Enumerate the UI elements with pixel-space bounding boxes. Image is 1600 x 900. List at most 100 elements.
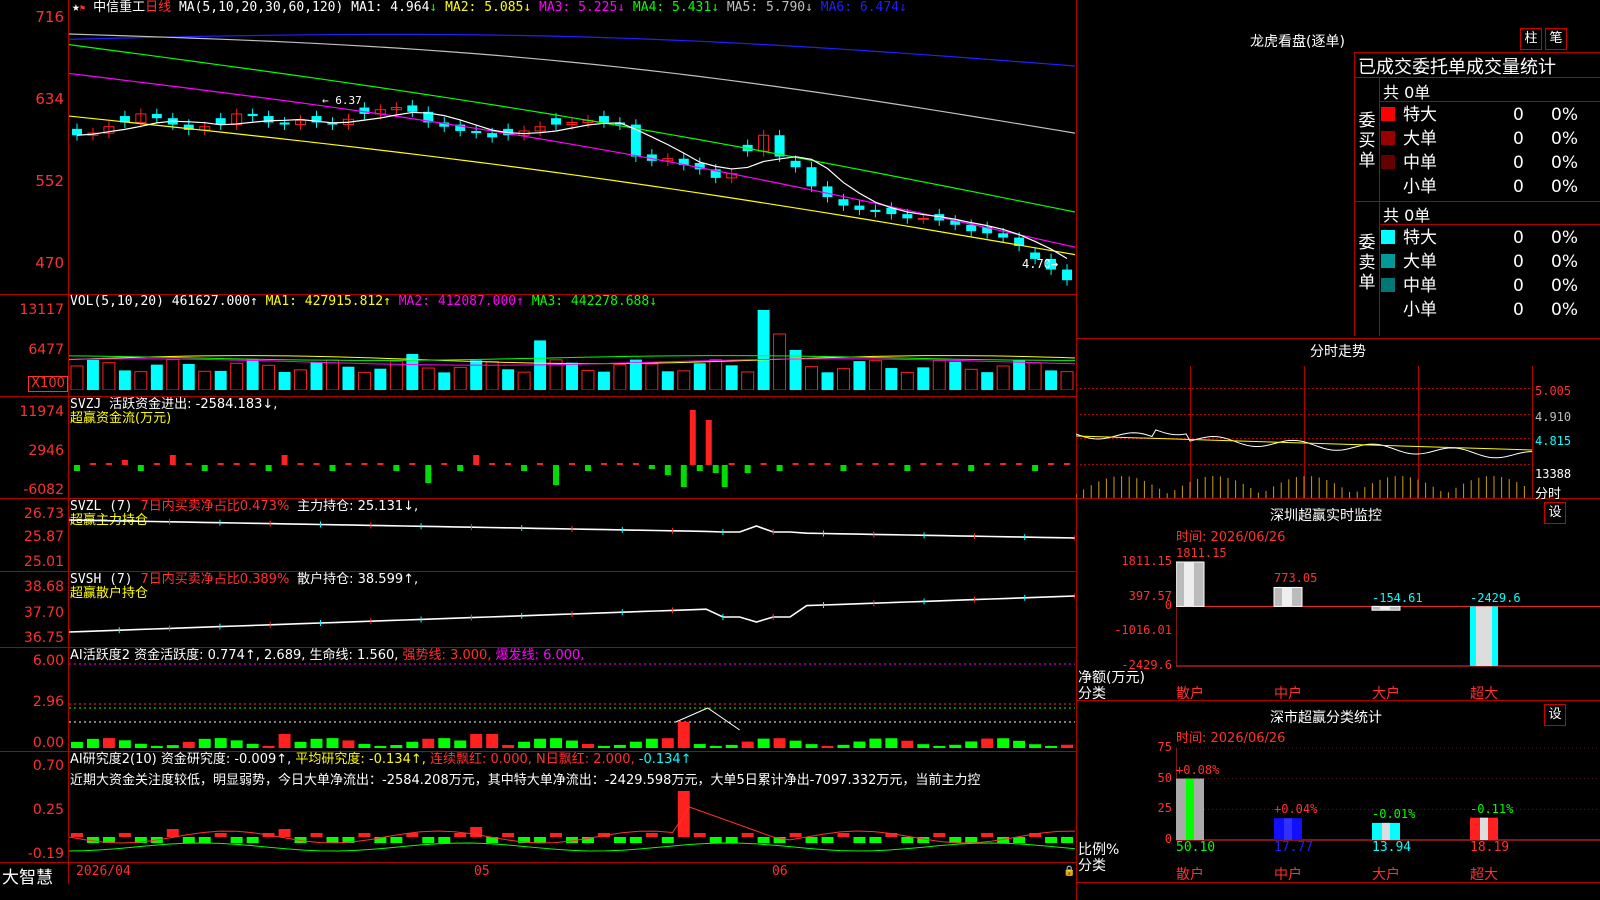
stock-name[interactable]: 中信重工 — [93, 0, 145, 15]
classify-pct-label: -0.11% — [1470, 801, 1514, 816]
volume-bar — [996, 365, 1010, 390]
flag-icon: ⚑ — [79, 4, 86, 14]
ai-active-bar — [997, 738, 1010, 748]
ai-active-bar — [677, 722, 690, 748]
svzj-bar — [952, 463, 959, 465]
vol-value: 461627.000↑ — [171, 294, 258, 309]
ma1-value: 4.964 — [390, 0, 430, 15]
monitor-bar-2 — [1371, 605, 1401, 611]
volume-bar — [150, 364, 163, 390]
volume-bar — [629, 359, 642, 390]
svzj-bar — [73, 465, 80, 471]
lhb-bi-button[interactable]: 笔 — [1545, 28, 1567, 50]
svsh-hold: 散户持仓: 38.599↑, — [297, 572, 419, 587]
ai-active-bar — [566, 740, 578, 748]
buy-row-0: 特大 0 0% — [1381, 103, 1600, 127]
lock-icon[interactable]: 🔒 — [1063, 866, 1075, 877]
vol-ma2: MA2: 412087.000↑ — [398, 294, 524, 309]
candle-body — [966, 224, 977, 232]
row-percent: 0% — [1551, 153, 1578, 173]
axis-label: 25.01 — [23, 554, 64, 570]
ai-active-bar — [789, 740, 802, 748]
candle-body — [215, 118, 226, 125]
monitor-bar-shade — [1282, 587, 1292, 607]
classify-bar-2 — [1372, 822, 1400, 840]
ai-research-bar — [278, 829, 291, 837]
svzj-bar — [920, 463, 927, 465]
ai-active-bar — [853, 741, 866, 748]
ai-active-bar — [294, 741, 307, 748]
monitor-bar-3 — [1470, 606, 1498, 666]
stock-period[interactable]: 日线 — [145, 0, 171, 15]
volume-bar — [693, 363, 706, 390]
ma3-line — [69, 72, 1075, 248]
ai-research-bar — [933, 833, 946, 837]
ai-research-bar — [789, 833, 802, 837]
ai-research-bar — [390, 837, 403, 843]
ai-active-bar — [422, 738, 435, 748]
svzj-chart[interactable] — [69, 410, 1075, 495]
axis-label: 552 — [35, 172, 64, 190]
lhb-title: 龙虎看盘(逐单) — [1250, 34, 1345, 50]
monitor-bar-shade — [1380, 606, 1390, 611]
row-name: 特大 — [1403, 105, 1437, 125]
ai-research-bar — [71, 833, 83, 837]
svzj-bar — [425, 465, 432, 483]
svzj-bar — [521, 465, 528, 471]
svzj-bar — [153, 463, 160, 465]
svsh-chart[interactable] — [69, 586, 1075, 646]
row-name: 大单 — [1403, 252, 1437, 272]
svzj-bar — [201, 465, 208, 471]
classify-settings-button[interactable]: 设 — [1544, 704, 1566, 726]
volume-bar — [485, 361, 499, 390]
brand-logo: 大智慧 — [2, 868, 53, 888]
ai-research-chart[interactable] — [69, 782, 1075, 862]
svzj-bar — [169, 455, 176, 465]
svzj-bar — [313, 463, 320, 465]
ai-research-bar — [310, 833, 323, 837]
ma2-value: MA2: 5.085↓ — [445, 0, 532, 15]
ai-active-bar — [246, 743, 259, 748]
volume-bar — [214, 370, 227, 390]
monitor-bar-chart[interactable] — [1176, 540, 1600, 680]
svzj-bar — [936, 463, 943, 465]
row-percent: 0% — [1551, 129, 1578, 149]
volume-bar — [310, 362, 323, 390]
svzj-bar — [680, 465, 687, 487]
buy-row-1: 大单 0 0% — [1381, 127, 1600, 151]
candle-body — [279, 122, 290, 125]
volume-bar — [246, 359, 259, 390]
axis-label: 716 — [35, 8, 64, 26]
volume-chart[interactable] — [69, 310, 1075, 390]
volume-bar — [118, 370, 131, 390]
intraday-axis: 5.005 — [1535, 384, 1572, 398]
svzl-chart[interactable] — [69, 510, 1075, 570]
svzj-bar — [233, 463, 240, 465]
ai-research-bar — [1061, 837, 1073, 843]
color-swatch — [1381, 302, 1395, 316]
candle-body — [151, 113, 162, 119]
ai-research-bar — [1045, 837, 1058, 843]
candle-body — [71, 128, 82, 136]
candle-body — [870, 209, 881, 212]
intraday-chart[interactable] — [1076, 358, 1600, 498]
ai-active-bar — [597, 745, 610, 748]
monitor-settings-button[interactable]: 设 — [1544, 502, 1566, 524]
svzj-bar — [584, 465, 591, 471]
lhb-zhu-button[interactable]: 柱 — [1520, 28, 1542, 50]
star-icon[interactable]: ★ — [72, 0, 80, 15]
volume-bar — [357, 371, 371, 390]
axis-label: 25.87 — [23, 529, 64, 545]
classify-pct-label: +0.08% — [1176, 762, 1220, 777]
ma2-line — [69, 115, 1075, 256]
candle-body — [790, 160, 801, 168]
row-name: 中单 — [1403, 153, 1437, 173]
monitor-category: 超大 — [1470, 686, 1498, 702]
row-name: 小单 — [1403, 300, 1437, 320]
svzj-bar-peak — [689, 410, 696, 465]
candlestick-chart[interactable] — [69, 18, 1075, 293]
axis-label: 26.73 — [23, 506, 64, 522]
ai-active-chart[interactable] — [69, 662, 1075, 748]
date-axis-label: 2026/04 — [76, 864, 131, 879]
volume-bar — [230, 362, 244, 390]
